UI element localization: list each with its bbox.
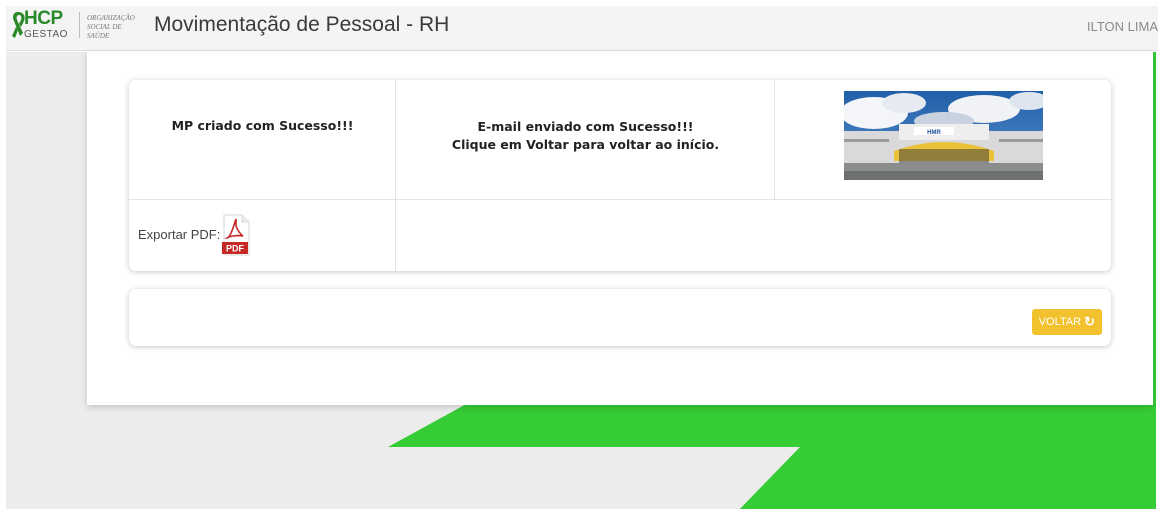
pdf-icon[interactable]: PDF (221, 214, 251, 256)
logo-sub: GESTAO (24, 29, 68, 40)
image-cell: HMR (775, 80, 1111, 200)
mp-status-cell: MP criado com Sucesso!!! (129, 80, 396, 200)
voltar-button[interactable]: VOLTAR ↻ (1031, 309, 1102, 335)
email-success-message: E-mail enviado com Sucesso!!! Clique em … (396, 118, 775, 154)
org-subtitle: ORGANIZAÇÃO SOCIAL DE SAÚDE (87, 14, 145, 41)
email-message-line-1: E-mail enviado com Sucesso!!! (477, 119, 694, 134)
mp-success-message: MP criado com Sucesso!!! (171, 118, 354, 133)
pdf-icon-label: PDF (226, 244, 245, 254)
logo-divider (79, 12, 80, 38)
user-menu[interactable]: ILTON LIMA (1087, 19, 1158, 34)
undo-icon: ↻ (1084, 314, 1095, 329)
page-title: Movimentação de Pessoal - RH (154, 13, 450, 36)
export-pdf-label: Exportar PDF: (138, 227, 221, 242)
email-status-cell: E-mail enviado com Sucesso!!! Clique em … (396, 80, 775, 200)
empty-cell (396, 200, 1111, 271)
hcp-logo[interactable]: HCP GESTAO (10, 8, 76, 42)
top-navbar: HCP GESTAO ORGANIZAÇÃO SOCIAL DE SAÚDE M… (6, 6, 1158, 51)
logo-name: HCP (24, 8, 63, 29)
building-sign: HMR (927, 130, 941, 136)
email-message-line-2: Clique em Voltar para voltar ao início. (451, 137, 720, 152)
action-card: VOLTAR ↻ (129, 289, 1111, 346)
org-line-1: ORGANIZAÇÃO (87, 14, 135, 22)
export-cell: Exportar PDF: PDF (129, 200, 396, 271)
result-card: MP criado com Sucesso!!! E-mail enviado … (129, 80, 1111, 271)
voltar-label: VOLTAR (1038, 316, 1082, 328)
org-line-2: SOCIAL DE SAÚDE (87, 23, 122, 40)
hospital-building-image: HMR (844, 91, 1043, 180)
